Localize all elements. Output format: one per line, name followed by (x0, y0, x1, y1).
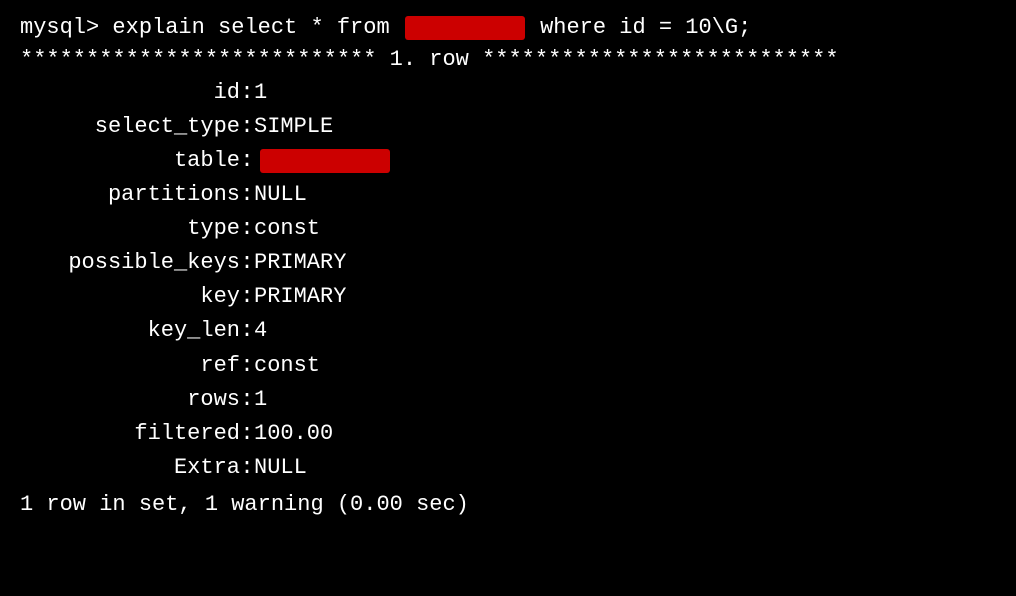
field-label-id: id (20, 76, 240, 110)
field-partitions: partitions : NULL (20, 178, 996, 212)
field-filtered: filtered : 100.00 (20, 417, 996, 451)
footer-line: 1 row in set, 1 warning (0.00 sec) (20, 489, 996, 521)
field-label-table: table (20, 144, 240, 178)
field-value-table (258, 149, 392, 173)
colon-key: : (240, 280, 254, 314)
footer-text: 1 row in set, 1 warning (0.00 sec) (20, 489, 469, 521)
field-value-ref: const (254, 349, 320, 383)
field-possible-keys: possible_keys : PRIMARY (20, 246, 996, 280)
field-id: id : 1 (20, 76, 996, 110)
field-select-type: select_type : SIMPLE (20, 110, 996, 144)
colon-type: : (240, 212, 254, 246)
row-divider: *************************** 1. row *****… (20, 44, 996, 76)
redacted-table-name-1 (405, 16, 525, 40)
field-label-type: type (20, 212, 240, 246)
field-value-filtered: 100.00 (254, 417, 333, 451)
terminal-window: mysql> explain select * from where id = … (12, 8, 1004, 588)
field-table: table : (20, 144, 996, 178)
colon-select-type: : (240, 110, 254, 144)
colon-id: : (240, 76, 254, 110)
prompt: mysql> (20, 12, 99, 44)
field-type: type : const (20, 212, 996, 246)
redacted-table-name-2 (260, 149, 390, 173)
field-extra: Extra : NULL (20, 451, 996, 485)
field-label-possible-keys: possible_keys (20, 246, 240, 280)
field-value-extra: NULL (254, 451, 307, 485)
field-ref: ref : const (20, 349, 996, 383)
colon-rows: : (240, 383, 254, 417)
field-value-rows: 1 (254, 383, 267, 417)
field-key: key : PRIMARY (20, 280, 996, 314)
field-key-len: key_len : 4 (20, 314, 996, 348)
field-value-id: 1 (254, 76, 267, 110)
colon-partitions: : (240, 178, 254, 212)
field-rows: rows : 1 (20, 383, 996, 417)
field-label-select-type: select_type (20, 110, 240, 144)
colon-filtered: : (240, 417, 254, 451)
colon-possible-keys: : (240, 246, 254, 280)
colon-key-len: : (240, 314, 254, 348)
colon-table: : (240, 144, 254, 178)
command-line: mysql> explain select * from where id = … (20, 12, 996, 44)
field-value-type: const (254, 212, 320, 246)
field-label-rows: rows (20, 383, 240, 417)
colon-ref: : (240, 349, 254, 383)
field-label-ref: ref (20, 349, 240, 383)
field-label-extra: Extra (20, 451, 240, 485)
field-value-partitions: NULL (254, 178, 307, 212)
command-suffix: where id = 10\G; (527, 12, 751, 44)
colon-extra: : (240, 451, 254, 485)
field-value-key-len: 4 (254, 314, 267, 348)
command-prefix: explain select * from (99, 12, 403, 44)
field-value-select-type: SIMPLE (254, 110, 333, 144)
field-label-key-len: key_len (20, 314, 240, 348)
field-value-possible-keys: PRIMARY (254, 246, 346, 280)
field-value-key: PRIMARY (254, 280, 346, 314)
field-label-filtered: filtered (20, 417, 240, 451)
field-label-key: key (20, 280, 240, 314)
field-label-partitions: partitions (20, 178, 240, 212)
divider-text: *************************** 1. row *****… (20, 44, 839, 76)
